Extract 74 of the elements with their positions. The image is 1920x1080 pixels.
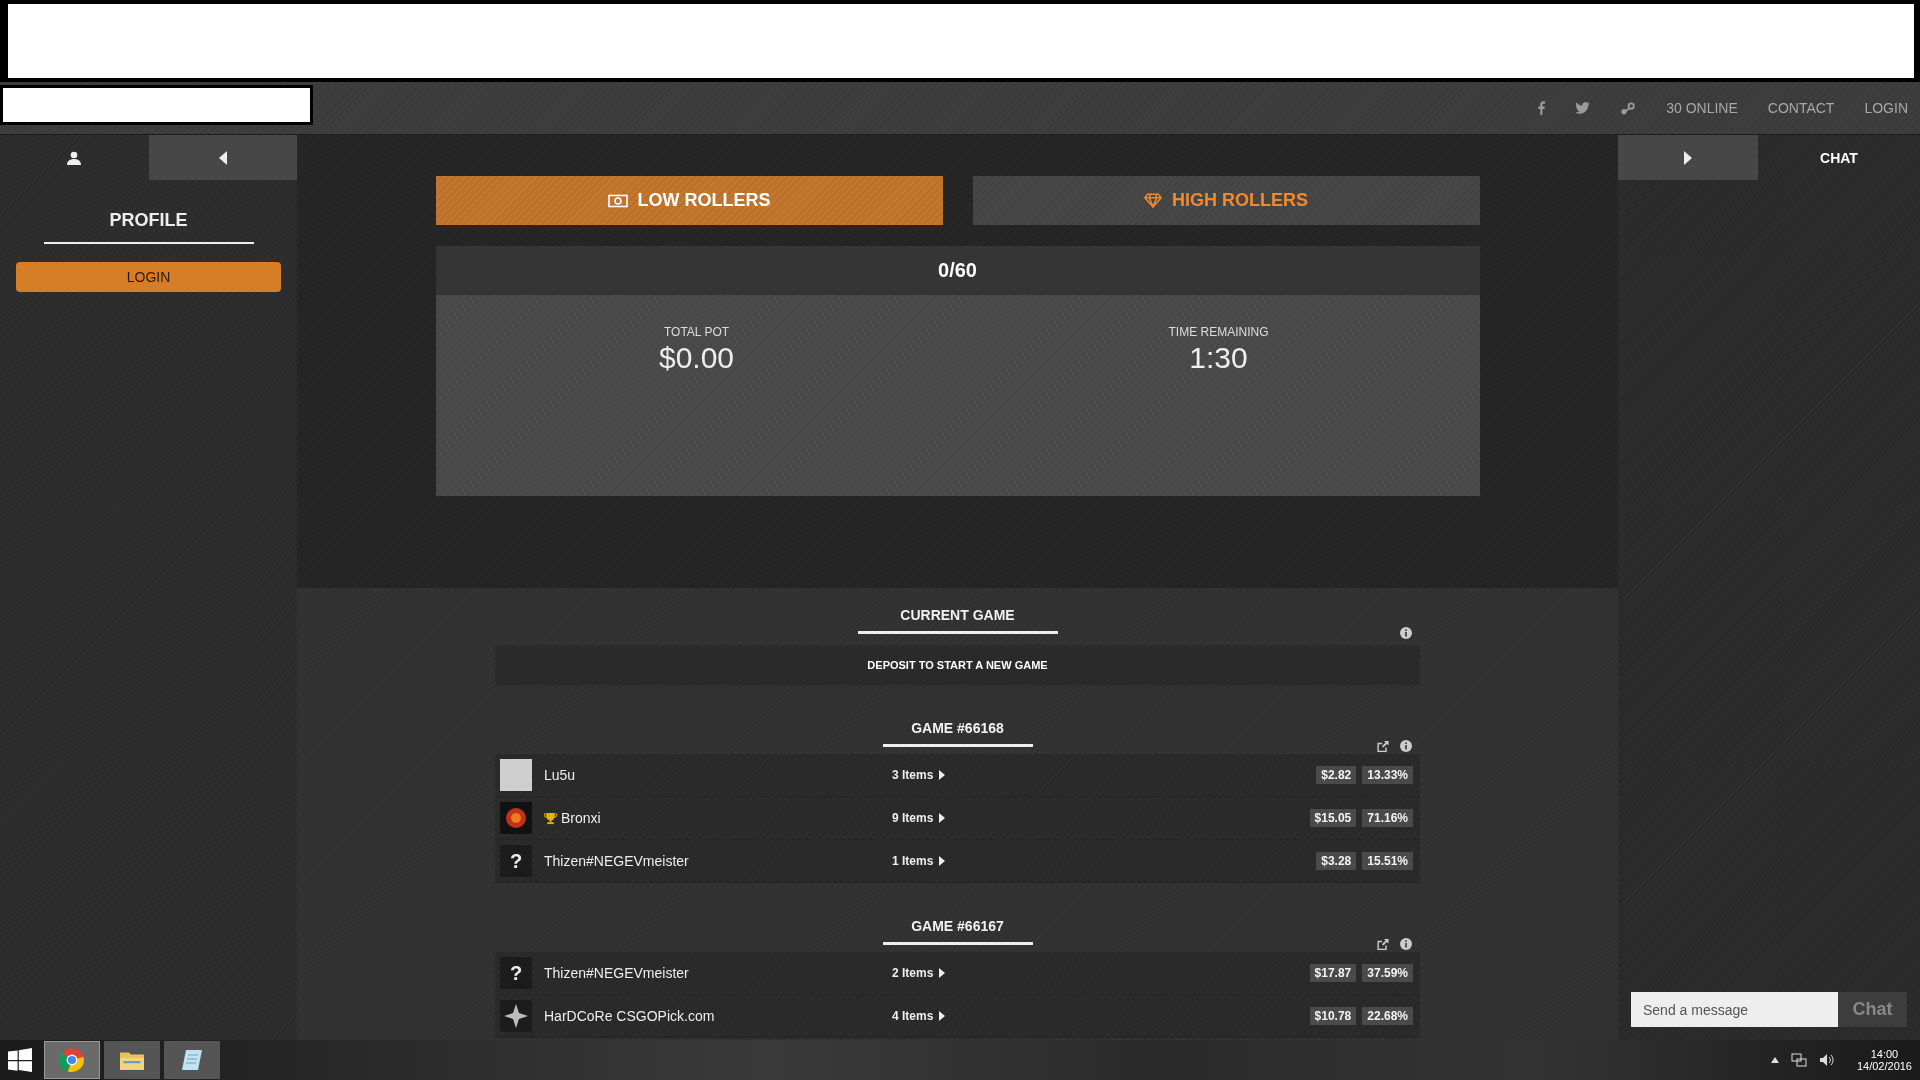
caret-right-icon	[939, 813, 946, 823]
external-link-icon[interactable]	[1376, 740, 1390, 753]
question-mark-glyph: ?	[509, 961, 523, 985]
chance-badge: 37.59%	[1362, 964, 1413, 982]
items-toggle[interactable]: 4 Items	[884, 1009, 1304, 1023]
game-title: GAME #66167	[882, 916, 1033, 945]
speaker-icon[interactable]	[1818, 1053, 1835, 1067]
value-badge: $3.28	[1316, 852, 1357, 870]
player-name: Bronxi	[561, 810, 601, 826]
caret-up-icon[interactable]	[1770, 1057, 1779, 1063]
stat-value: 1:30	[1189, 341, 1248, 375]
player-name: Thizen#NEGEVmeister	[544, 853, 689, 869]
clock-date: 14/02/2016	[1856, 1060, 1912, 1072]
chance-badge: 71.16%	[1362, 809, 1413, 827]
user-icon	[67, 150, 82, 165]
items-toggle[interactable]: 2 Items	[884, 966, 1304, 980]
nav-link[interactable]: LOGIN	[1864, 100, 1908, 116]
shuriken-avatar-icon	[500, 1000, 532, 1032]
items-toggle[interactable]: 3 Items	[884, 768, 1311, 782]
items-toggle[interactable]: 1 Items	[884, 854, 1311, 868]
browser-icon	[59, 1047, 85, 1073]
status-message: DEPOSIT TO START A NEW GAME	[495, 645, 1420, 685]
windows-logo-icon[interactable]	[8, 1048, 32, 1072]
stat-label: TOTAL POT	[663, 325, 730, 339]
room-tab[interactable]: LOW ROLLERS	[435, 176, 943, 225]
player-name: Thizen#NEGEVmeister	[544, 965, 689, 981]
chat-send-button[interactable]: Chat	[1838, 992, 1907, 1027]
notepad-icon	[180, 1048, 204, 1072]
caret-left-icon	[218, 150, 227, 165]
clock-time: 14:00	[1870, 1048, 1899, 1060]
caret-right-icon	[1684, 150, 1692, 165]
caret-right-icon	[939, 856, 946, 866]
game-title: GAME #66168	[882, 718, 1033, 747]
items-toggle[interactable]: 9 Items	[884, 811, 1304, 825]
caret-right-icon	[939, 770, 946, 780]
folder-icon	[119, 1049, 145, 1071]
taskbar-app[interactable]	[164, 1041, 220, 1079]
info-icon[interactable]	[1400, 740, 1412, 752]
stat-label: TIME REMAINING	[1168, 325, 1269, 339]
caret-right-icon	[939, 968, 946, 978]
value-badge: $17.87	[1309, 964, 1357, 982]
external-link-icon[interactable]	[1376, 938, 1390, 951]
nav-link[interactable]: CONTACT	[1767, 100, 1835, 116]
emblem-avatar-icon	[500, 802, 532, 834]
network-icon[interactable]	[1790, 1053, 1807, 1067]
info-icon[interactable]	[1400, 938, 1412, 950]
login-button[interactable]: LOGIN	[16, 262, 281, 292]
info-icon[interactable]	[1400, 627, 1412, 639]
photo-placeholder	[500, 759, 532, 791]
diamond-icon	[1144, 193, 1162, 208]
room-tab[interactable]: HIGH ROLLERS	[972, 176, 1480, 225]
player-count: 0/60	[435, 246, 1480, 295]
banknote-icon	[607, 193, 628, 208]
chat-tab[interactable]: CHAT	[1758, 135, 1920, 180]
chance-badge: 22.68%	[1362, 1007, 1413, 1025]
nav-link[interactable]: 30 ONLINE	[1666, 100, 1738, 116]
twitter-icon[interactable]	[1575, 102, 1591, 114]
player-name: HarDCoRe CSGOPick.com	[544, 1008, 715, 1024]
value-badge: $15.05	[1309, 809, 1357, 827]
facebook-icon[interactable]	[1538, 101, 1546, 115]
panel-title: PROFILE	[43, 210, 254, 244]
stat-value: $0.00	[658, 341, 735, 375]
steam-icon[interactable]	[1620, 101, 1637, 115]
player-name: Lu5u	[544, 767, 576, 783]
caret-right-icon	[939, 1011, 946, 1021]
question-mark-glyph: ?	[509, 849, 523, 873]
section-title: CURRENT GAME	[857, 605, 1058, 634]
taskbar-app[interactable]	[44, 1041, 100, 1079]
value-badge: $10.78	[1309, 1007, 1357, 1025]
taskbar-app[interactable]	[104, 1041, 160, 1079]
chance-badge: 15.51%	[1362, 852, 1413, 870]
value-badge: $2.82	[1316, 766, 1357, 784]
message-field[interactable]: Send a message	[1631, 992, 1838, 1027]
chance-badge: 13.33%	[1362, 766, 1413, 784]
